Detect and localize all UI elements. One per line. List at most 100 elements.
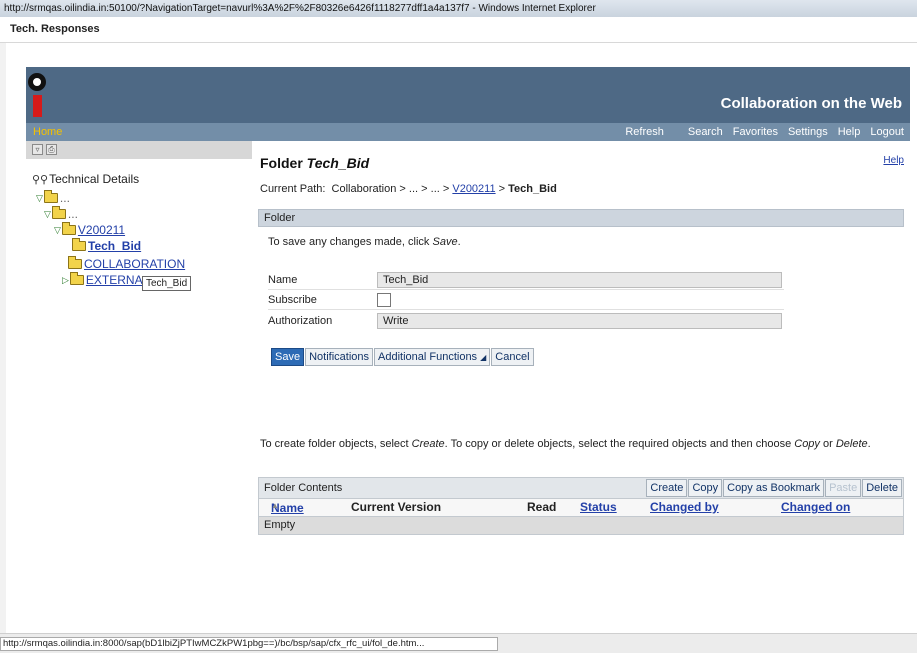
tree-node-tech-bid[interactable]: Tech_Bid xyxy=(72,238,141,253)
nav-links: Refresh Search Favorites Settings Help L… xyxy=(625,123,904,141)
tree-node-label[interactable]: V200211 xyxy=(78,223,125,237)
header-banner: Collaboration on the Web xyxy=(26,67,910,123)
breadcrumb-ellipsis-1[interactable]: ... xyxy=(409,183,418,195)
save-hint: To save any changes made, click Save. xyxy=(268,236,461,248)
column-changed-on[interactable]: Changed on xyxy=(781,500,850,514)
nav-help[interactable]: Help xyxy=(838,123,861,141)
open-folder-icon xyxy=(72,238,86,251)
table-header: Name ▲ Current Version Read Status Change… xyxy=(258,499,904,517)
tab-bar: Tech. Responses xyxy=(0,17,917,43)
help-link[interactable]: Help xyxy=(883,155,904,166)
breadcrumb-collaboration[interactable]: Collaboration xyxy=(332,183,397,195)
page-title: Folder Tech_Bid xyxy=(260,155,369,171)
expand-toggle-icon[interactable]: ▽ xyxy=(44,209,51,220)
tree-root[interactable]: ⚲⚲ Technical Details xyxy=(32,172,139,186)
expand-toggle-icon[interactable]: ▽ xyxy=(36,193,43,204)
tree-node-ellipsis-2[interactable]: ▽ ... xyxy=(44,206,78,221)
instructions-delete: Delete xyxy=(835,438,868,450)
instructions: To create folder objects, select Create.… xyxy=(260,437,900,452)
tree-node-label[interactable]: Tech_Bid xyxy=(88,239,141,253)
window-title: http://srmqas.oilindia.in:50100/?Navigat… xyxy=(4,3,596,14)
name-label: Name xyxy=(268,274,298,286)
logo-ring xyxy=(28,73,46,91)
dropdown-arrow-icon: ◢ xyxy=(480,353,487,362)
folder-panel-header: Folder xyxy=(258,209,904,227)
sort-ascending-icon: ▲ xyxy=(271,501,279,510)
folder-icon xyxy=(51,206,66,219)
instructions-text-3: or xyxy=(819,438,836,450)
company-logo xyxy=(28,73,46,119)
column-current-version: Current Version xyxy=(351,500,442,514)
save-hint-end: . xyxy=(457,236,461,248)
notifications-button[interactable]: Notifications xyxy=(305,348,373,366)
column-status[interactable]: Status xyxy=(580,500,617,514)
save-hint-text: To save any changes made, click xyxy=(268,236,433,248)
tree-node-label[interactable]: EXTERNA xyxy=(86,273,143,287)
breadcrumb-ellipsis-2[interactable]: ... xyxy=(431,183,440,195)
folder-icon xyxy=(69,272,84,285)
authorization-field: Write xyxy=(377,313,782,329)
tree-node-external[interactable]: ▷ EXTERNA xyxy=(62,272,143,287)
contents-actions: Create Copy Copy as Bookmark Paste Delet… xyxy=(646,479,902,497)
tooltip: Tech_Bid xyxy=(142,276,192,291)
tree-toolbar: ▿ ⎙ xyxy=(26,141,252,159)
nav-settings[interactable]: Settings xyxy=(788,123,828,141)
expand-toggle-icon[interactable]: ▽ xyxy=(54,225,61,236)
tab-tech-responses[interactable]: Tech. Responses xyxy=(10,23,100,35)
name-field: Tech_Bid xyxy=(377,272,782,288)
page-title-prefix: Folder xyxy=(260,155,307,171)
nav-home[interactable]: Home xyxy=(33,123,62,141)
create-button[interactable]: Create xyxy=(646,479,688,497)
status-bar: http://srmqas.oilindia.in:8000/sap(bD1lb… xyxy=(0,633,917,653)
column-changed-by[interactable]: Changed by xyxy=(650,500,719,514)
tree-node-v200211[interactable]: ▽ V200211 xyxy=(54,222,125,237)
instructions-text-2: . To copy or delete objects, select the … xyxy=(444,438,795,450)
save-button[interactable]: Save xyxy=(271,348,305,366)
delete-button[interactable]: Delete xyxy=(862,479,902,497)
tree-node-collaboration[interactable]: COLLABORATION xyxy=(68,256,185,271)
binoculars-icon: ⚲⚲ xyxy=(32,173,49,186)
brand-title: Collaboration on the Web xyxy=(720,95,902,112)
instructions-create: Create xyxy=(411,438,445,450)
name-row: Name Tech_Bid xyxy=(268,272,784,289)
nav-refresh[interactable]: Refresh xyxy=(625,123,664,141)
window-title-bar: http://srmqas.oilindia.in:50100/?Navigat… xyxy=(0,0,917,17)
instructions-text-1: To create folder objects, select xyxy=(260,438,412,450)
copy-as-bookmark-button[interactable]: Copy as Bookmark xyxy=(723,479,825,497)
nav-favorites[interactable]: Favorites xyxy=(733,123,778,141)
additional-functions-label: Additional Functions xyxy=(378,351,478,363)
subscribe-checkbox[interactable] xyxy=(377,293,391,307)
instructions-copy: Copy xyxy=(794,438,820,450)
subscribe-row: Subscribe xyxy=(268,292,784,309)
breadcrumb-v200211[interactable]: V200211 xyxy=(452,183,495,195)
funnel-icon[interactable]: ▿ xyxy=(32,144,43,155)
folder-actions: Save Notifications Additional Functions … xyxy=(271,348,534,366)
cancel-button[interactable]: Cancel xyxy=(491,348,534,366)
nav-logout[interactable]: Logout xyxy=(870,123,904,141)
tree-node-label: ... xyxy=(67,207,78,221)
copy-button[interactable]: Copy xyxy=(688,479,723,497)
folder-icon xyxy=(61,222,76,235)
tree-node-label[interactable]: COLLABORATION xyxy=(84,257,185,271)
breadcrumb-current: Tech_Bid xyxy=(508,183,557,195)
authorization-label: Authorization xyxy=(268,315,333,327)
divider xyxy=(268,289,784,290)
column-read: Read xyxy=(527,500,557,514)
divider xyxy=(268,309,784,310)
breadcrumb-label: Current Path: xyxy=(260,183,326,195)
navigation-tree-panel: ▿ ⎙ ⚲⚲ Technical Details ▽ ... ▽ ... ▽ V… xyxy=(26,141,252,621)
nav-search[interactable]: Search xyxy=(688,123,723,141)
folder-panel: Folder To save any changes made, click S… xyxy=(258,209,904,377)
status-url: http://srmqas.oilindia.in:8000/sap(bD1lb… xyxy=(0,637,498,651)
additional-functions-button[interactable]: Additional Functions ◢ xyxy=(374,348,491,366)
folder-icon xyxy=(68,256,82,269)
tree-node-label: ... xyxy=(59,191,70,205)
paste-button[interactable]: Paste xyxy=(825,479,862,497)
tree-node-ellipsis-1[interactable]: ▽ ... xyxy=(36,190,70,205)
top-navigation: Home Refresh Search Favorites Settings H… xyxy=(26,123,910,141)
save-hint-action: Save xyxy=(432,236,458,248)
print-icon[interactable]: ⎙ xyxy=(46,144,57,155)
logo-bar xyxy=(33,95,42,117)
collapse-toggle-icon[interactable]: ▷ xyxy=(62,275,69,286)
subscribe-label: Subscribe xyxy=(268,294,317,306)
